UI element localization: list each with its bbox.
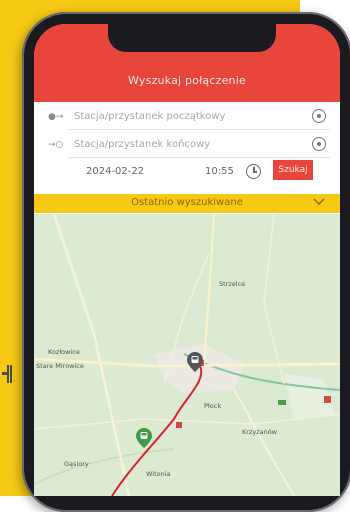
chevron-down-icon[interactable] [312,195,326,209]
divider [68,129,330,130]
app-screen: Wyszukaj połączenie ●→ Stacja/przystanek… [34,24,340,496]
map-label: Witonia [146,470,171,478]
map-label: Płock [204,402,222,410]
target-icon[interactable] [312,109,326,123]
clock-icon[interactable] [246,164,261,179]
divider [68,157,330,158]
search-form: ●→ Stacja/przystanek początkowy →○ Stacj… [34,102,340,214]
date-field[interactable]: 2024-02-22 [86,166,144,177]
time-field[interactable]: 10:55 [205,166,234,177]
bus-pin-icon[interactable] [187,352,203,372]
end-station-placeholder: Stacja/przystanek końcowy [74,139,211,150]
phone-notch [108,24,276,52]
start-arrow-icon: ●→ [48,112,64,122]
map-label: Strzelce [219,280,246,288]
train-pin-icon[interactable] [136,428,152,448]
map-label: Stare Mirowice [36,362,84,370]
target-icon[interactable] [312,137,326,151]
side-connector-icon [2,365,12,383]
recent-searches-bar[interactable]: Ostatnio wyszukiwane [34,194,340,213]
recent-searches-label: Ostatnio wyszukiwane [131,197,243,208]
start-station-placeholder: Stacja/przystanek początkowy [74,111,226,122]
end-arrow-icon: →○ [48,140,64,150]
end-station-field[interactable]: →○ Stacja/przystanek końcowy [34,134,340,158]
map-label: Gąsiory [64,460,89,468]
start-station-field[interactable]: ●→ Stacja/przystanek początkowy [34,106,340,130]
search-button[interactable]: Szukaj [273,160,313,180]
map-view[interactable]: Kozłowice Stare Mirowice Płock Krzyżanów… [34,214,340,496]
map-label: Krzyżanów [242,428,278,436]
page-title: Wyszukaj połączenie [128,74,246,87]
map-label: Kozłowice [48,348,80,356]
